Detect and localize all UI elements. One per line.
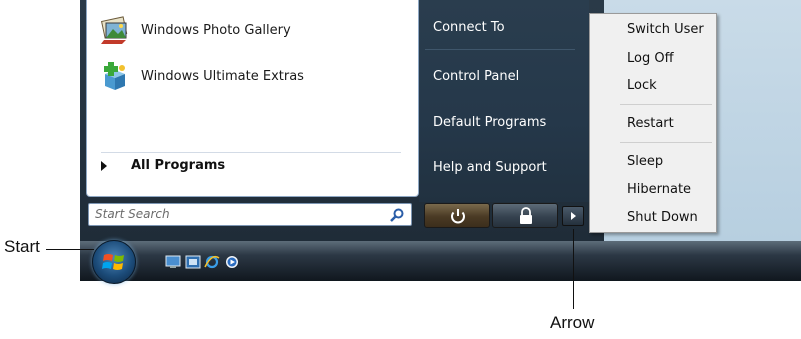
power-icon (451, 209, 465, 224)
triangle-right-icon (101, 160, 107, 171)
internet-explorer-icon[interactable] (204, 254, 220, 269)
programs-pane: Windows Photo Gallery Windows Ultimate E… (86, 0, 419, 197)
arrow-callout-label: Arrow (550, 313, 595, 332)
menu-item-control-panel[interactable]: Control Panel (433, 69, 519, 84)
photo-gallery-icon (99, 14, 131, 46)
all-programs-button[interactable]: All Programs (101, 158, 225, 173)
menu-item-default-programs[interactable]: Default Programs (433, 115, 546, 130)
menu-item-sleep[interactable]: Sleep (627, 154, 663, 169)
program-item-ultimate-extras[interactable]: Windows Ultimate Extras (99, 58, 304, 94)
program-item-photo-gallery[interactable]: Windows Photo Gallery (99, 12, 291, 48)
power-options-arrow-button[interactable] (562, 206, 584, 226)
show-desktop-icon[interactable] (165, 254, 181, 268)
menu-item-hibernate[interactable]: Hibernate (627, 182, 691, 197)
all-programs-label: All Programs (131, 158, 226, 173)
search-input[interactable]: Start Search (95, 207, 170, 221)
start-callout-line (46, 249, 94, 250)
menu-item-restart[interactable]: Restart (627, 116, 674, 131)
menu-item-switch-user[interactable]: Switch User (627, 22, 704, 37)
power-button[interactable] (424, 203, 490, 228)
switch-windows-icon[interactable] (185, 254, 201, 269)
menu-item-lock[interactable]: Lock (627, 78, 657, 93)
search-icon[interactable] (389, 207, 405, 223)
arrow-callout-line (573, 229, 574, 309)
lock-button[interactable] (492, 203, 558, 228)
media-player-icon[interactable] (224, 254, 240, 268)
menu-item-connect-to[interactable]: Connect To (433, 20, 505, 35)
arrow-right-icon (571, 212, 576, 220)
program-label: Windows Photo Gallery (141, 22, 291, 38)
padlock-icon (520, 207, 532, 224)
start-search-box[interactable]: Start Search (88, 203, 412, 226)
menu-item-shut-down[interactable]: Shut Down (627, 210, 698, 225)
ultimate-extras-icon (99, 60, 131, 92)
divider (620, 104, 712, 105)
menu-item-help-and-support[interactable]: Help and Support (433, 160, 547, 175)
start-button[interactable] (92, 240, 136, 284)
program-label: Windows Ultimate Extras (141, 68, 304, 84)
divider (101, 152, 401, 153)
system-links-pane: Connect To Control Panel Default Program… (419, 0, 589, 202)
power-options-menu: Switch User Log Off Lock Restart Sleep H… (589, 13, 717, 233)
windows-logo-icon (102, 254, 124, 270)
menu-item-log-off[interactable]: Log Off (627, 51, 674, 66)
start-callout-label: Start (4, 237, 40, 256)
divider (620, 142, 712, 143)
divider (425, 49, 575, 50)
